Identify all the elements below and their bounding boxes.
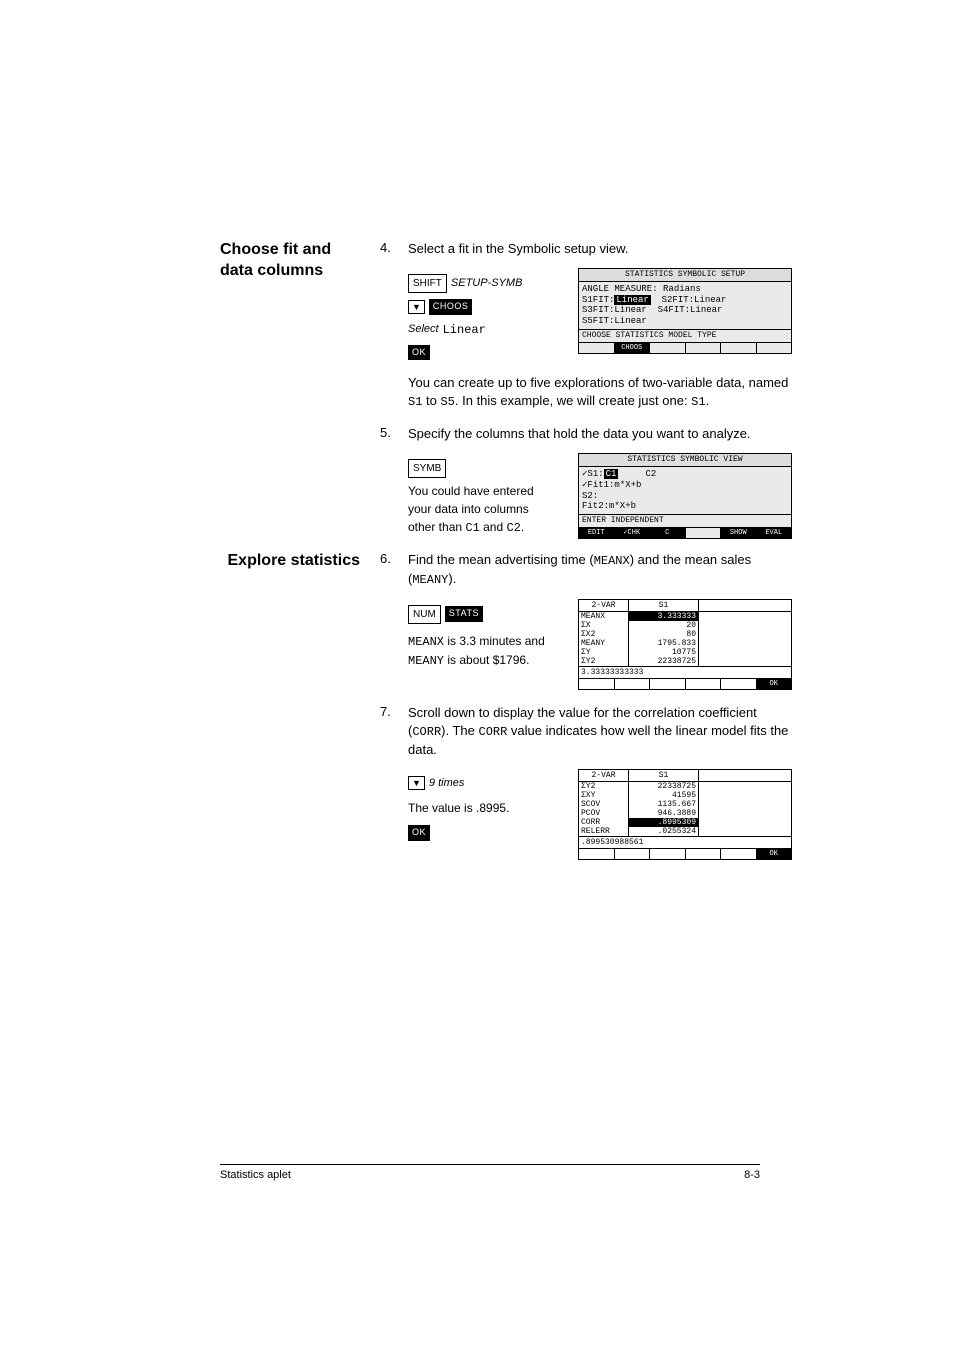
step-6-text: Find the mean advertising time (MEANX) a… xyxy=(408,551,792,589)
label-9-times: 9 times xyxy=(429,775,464,792)
key-down-icon-2: ▼ xyxy=(408,776,425,790)
heading-choose-fit: Choose fit and data columns xyxy=(220,240,360,539)
footer-title: Statistics aplet xyxy=(220,1169,291,1181)
paragraph-corr-value: The value is .8995. xyxy=(408,799,558,817)
key-down-icon: ▼ xyxy=(408,300,425,314)
key-stats: STATS xyxy=(445,606,483,622)
step-7-number: 7. xyxy=(380,704,398,759)
key-ok-2: OK xyxy=(408,825,430,841)
calculator-screen-symbolic: STATISTICS SYMBOLIC VIEW ✓S1:C1 C2 ✓Fit1… xyxy=(578,453,792,539)
key-shift: SHIFT xyxy=(408,274,447,293)
key-choos: CHOOS xyxy=(429,299,473,315)
step-4-number: 4. xyxy=(380,240,398,258)
step-5-number: 5. xyxy=(380,425,398,443)
calculator-screen-setup: STATISTICS SYMBOLIC SETUP ANGLE MEASURE:… xyxy=(578,268,792,354)
step-4-text: Select a fit in the Symbolic setup view. xyxy=(408,240,792,258)
value-linear: Linear xyxy=(443,321,486,339)
label-setup-symb: SETUP-SYMB xyxy=(451,275,523,292)
page-footer: Statistics aplet 8-3 xyxy=(220,1164,760,1181)
step-7-text: Scroll down to display the value for the… xyxy=(408,704,792,759)
key-num: NUM xyxy=(408,605,441,624)
footer-page-number: 8-3 xyxy=(744,1169,760,1181)
step-5-text: Specify the columns that hold the data y… xyxy=(408,425,792,443)
paragraph-explorations: You can create up to five explorations o… xyxy=(408,374,792,411)
step-6-number: 6. xyxy=(380,551,398,589)
calculator-screen-stats-1: 2-VARS1 MEANX3.333333ΣX20ΣX280MEANY1795.… xyxy=(578,599,792,690)
heading-explore-statistics: Explore statistics xyxy=(220,551,360,860)
paragraph-mean-values: MEANX is 3.3 minutes and MEANY is about … xyxy=(408,632,558,670)
calculator-screen-stats-2: 2-VARS1 ΣY222338725ΣXY41595SCOV1135.667P… xyxy=(578,769,792,860)
label-select: Select xyxy=(408,321,439,338)
paragraph-columns-note: You could have entered your data into co… xyxy=(408,482,558,537)
key-symb: SYMB xyxy=(408,459,446,478)
key-ok: OK xyxy=(408,345,430,361)
